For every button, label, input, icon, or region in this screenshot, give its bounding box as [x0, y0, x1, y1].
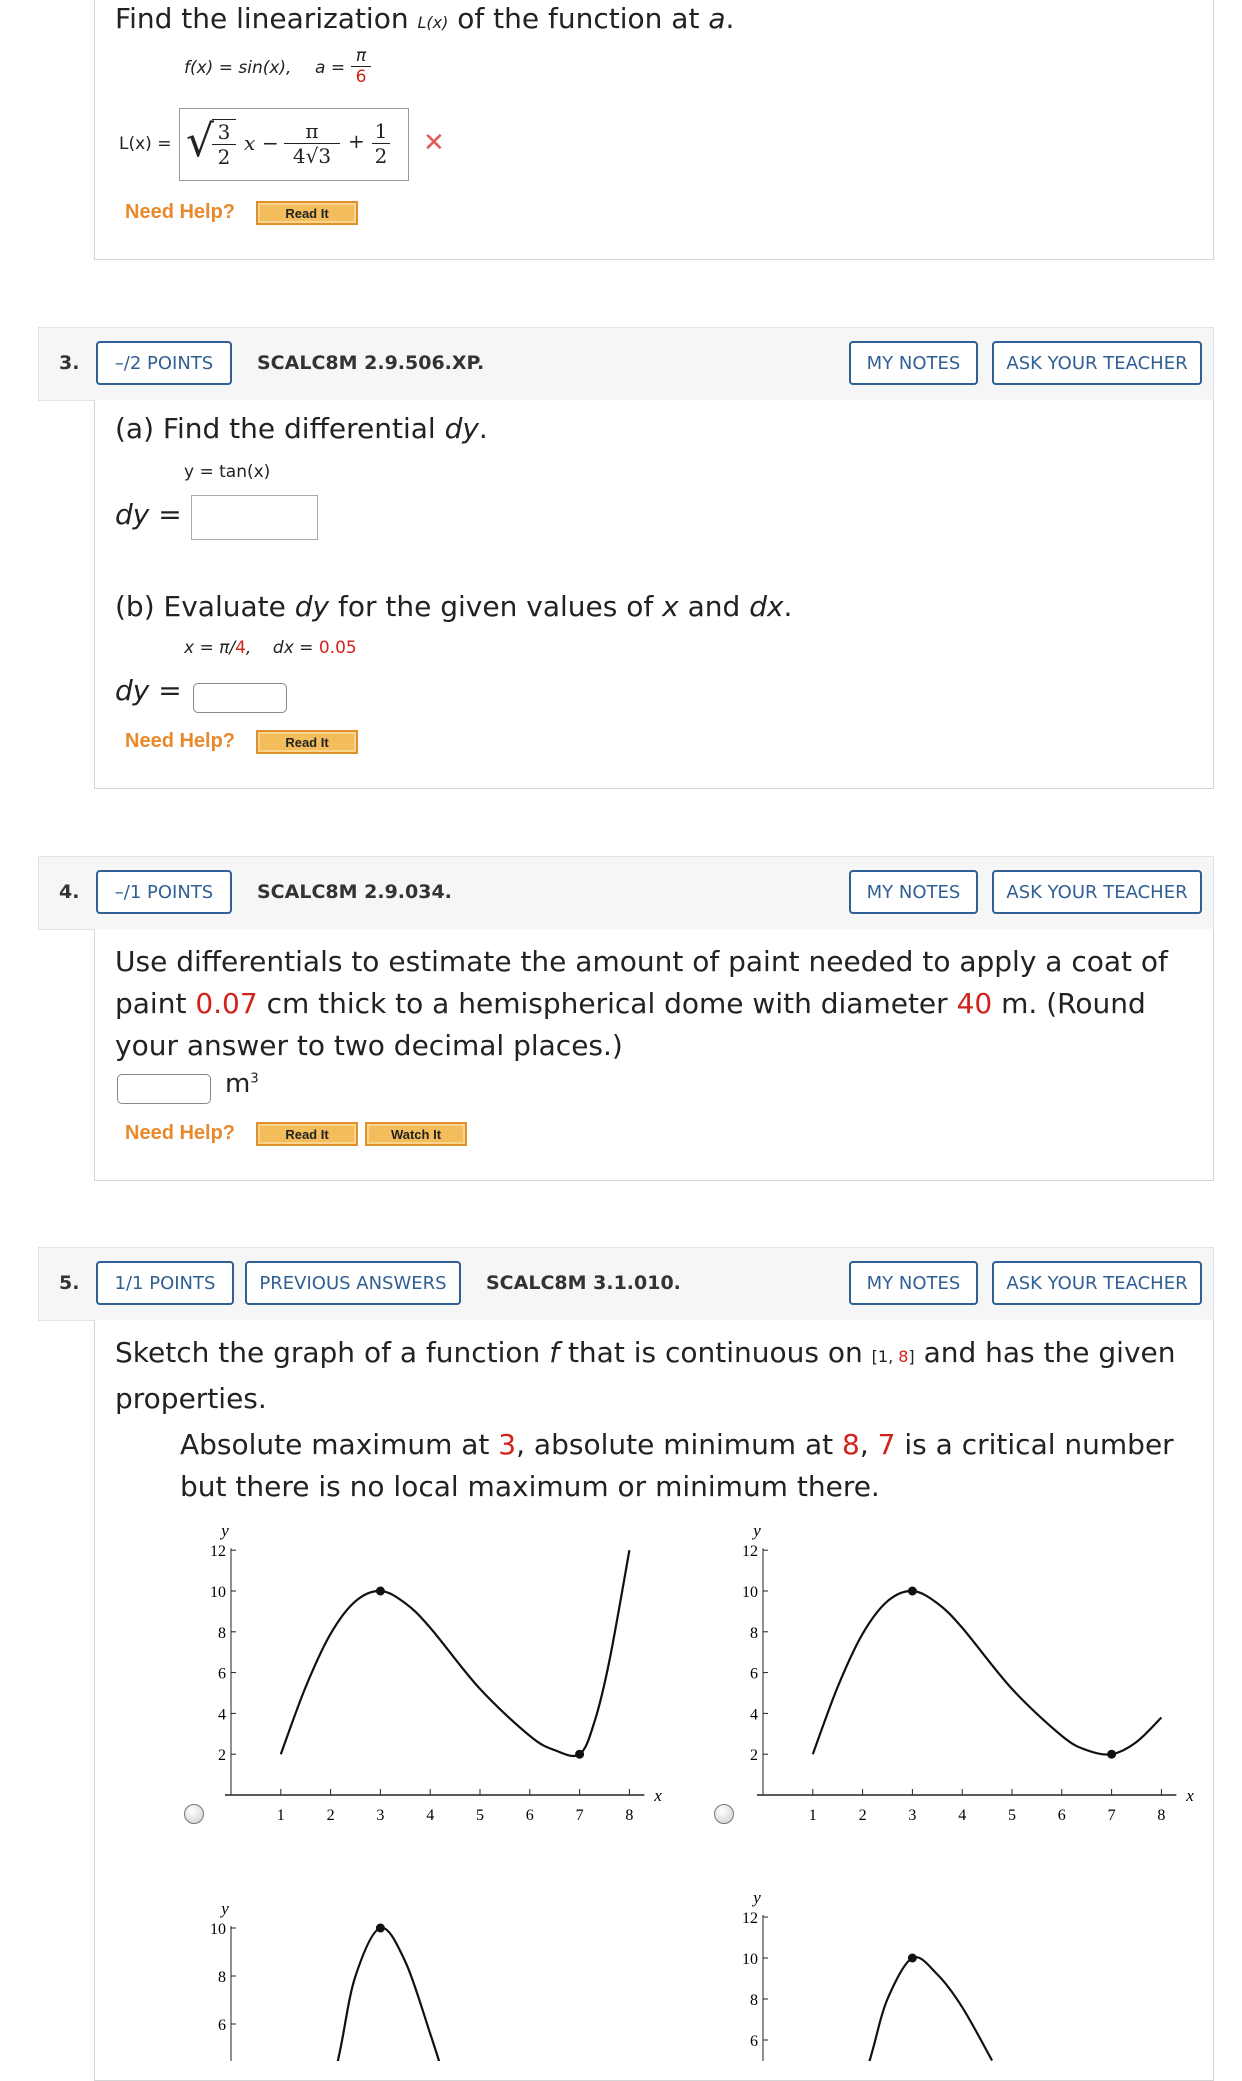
extremum-point — [907, 1953, 917, 1963]
graph-2: yx246810121 2 3 4 5 6 7 8 — [742, 1521, 1194, 1824]
graph-options: yx246810121 2 3 4 5 6 7 8yx246810121 2 3 4 5 6 7 8y681… — [210, 1521, 1194, 2061]
y-tick-label: 8 — [218, 1969, 226, 1986]
graph-3: y 6 8 10 — [210, 1899, 441, 2061]
y-tick-label: 10 — [742, 1584, 758, 1601]
y-tick-label: 10 — [210, 1921, 226, 1938]
y-tick-label: 4 — [218, 1706, 226, 1723]
y-axis-label: y — [219, 1899, 229, 1918]
extremum-point — [575, 1749, 585, 1759]
x-tick-label: 4 — [426, 1807, 434, 1824]
x-tick-label: 6 — [1058, 1807, 1066, 1824]
y-tick-label: 2 — [218, 1747, 226, 1764]
y-axis-label: y — [219, 1521, 229, 1540]
y-tick-label: 10 — [742, 1951, 758, 1968]
x-tick-label: 3 — [908, 1807, 916, 1824]
y-tick-label: 6 — [750, 2033, 758, 2050]
x-tick-label: 8 — [1157, 1807, 1165, 1824]
y-tick-label: 12 — [742, 1543, 758, 1560]
y-tick-label: 4 — [750, 1706, 758, 1723]
y-tick-label: 6 — [218, 1666, 226, 1683]
x-tick-label: 1 — [809, 1807, 817, 1824]
x-tick-label: 7 — [576, 1807, 584, 1824]
extremum-point — [375, 1586, 385, 1596]
y-tick-label: 10 — [210, 1584, 226, 1601]
x-tick-label: 1 — [277, 1807, 285, 1824]
y-tick-label: 8 — [750, 1625, 758, 1642]
x-tick-label: 6 — [526, 1807, 534, 1824]
extremum-point — [907, 1586, 917, 1596]
x-tick-label: 5 — [1008, 1807, 1016, 1824]
y-tick-label: 6 — [218, 2017, 226, 2034]
graph-4: y 6 8 10 12 — [742, 1888, 994, 2061]
x-tick-label: 3 — [376, 1807, 384, 1824]
function-curve — [279, 1550, 631, 1758]
function-curve — [811, 1589, 1163, 1756]
y-tick-label: 8 — [218, 1625, 226, 1642]
x-axis-label: x — [1185, 1786, 1194, 1805]
x-axis-label: x — [653, 1786, 662, 1805]
x-tick-label: 4 — [958, 1807, 966, 1824]
y-tick-label: 12 — [210, 1543, 226, 1560]
function-curve — [868, 1956, 994, 2061]
y-tick-label: 8 — [750, 1992, 758, 2009]
x-tick-label: 2 — [859, 1807, 867, 1824]
x-tick-label: 5 — [476, 1807, 484, 1824]
x-tick-label: 2 — [327, 1807, 335, 1824]
function-curve — [336, 1926, 441, 2061]
extremum-point — [375, 1923, 385, 1933]
y-axis-label: y — [751, 1521, 761, 1540]
x-tick-label: 7 — [1108, 1807, 1116, 1824]
y-tick-label: 6 — [750, 1666, 758, 1683]
y-axis-label: y — [751, 1888, 761, 1907]
y-tick-label: 12 — [742, 1910, 758, 1927]
graph-1: yx246810121 2 3 4 5 6 7 8 — [210, 1521, 662, 1824]
x-tick-label: 8 — [625, 1807, 633, 1824]
y-tick-label: 2 — [750, 1747, 758, 1764]
extremum-point — [1107, 1749, 1117, 1759]
